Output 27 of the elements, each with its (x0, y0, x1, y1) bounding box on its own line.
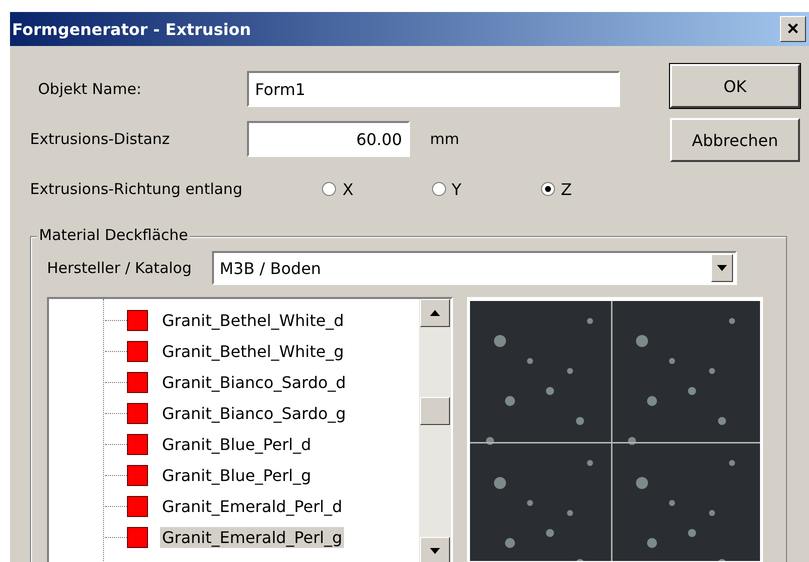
material-item[interactable]: Granit_Blue_Perl_g (160, 465, 314, 486)
catalog-dropdown[interactable]: M3B / Boden (212, 251, 737, 285)
axis-radio[interactable]: Y (432, 180, 541, 198)
ok-button[interactable]: OK (670, 64, 800, 108)
unit-label: mm (430, 130, 460, 148)
scroll-thumb[interactable] (420, 397, 450, 425)
material-item[interactable]: Granit_Emerald_Perl_g (160, 527, 344, 548)
name-field[interactable]: Form1 (247, 71, 620, 107)
axis-radio[interactable]: X (322, 180, 432, 198)
material-item[interactable]: Granit_Blue_Perl_d (160, 434, 314, 455)
field-label: Extrusions-Richtung entlang (30, 180, 244, 198)
scroll-down-icon[interactable] (420, 537, 450, 562)
cancel-button[interactable]: Abbrechen (670, 118, 800, 162)
field-label: Extrusions-Distanz (30, 130, 171, 148)
axis-radio[interactable]: Z (540, 180, 650, 198)
material-item[interactable]: Granit_Bethel_White_d (160, 310, 346, 331)
close-button[interactable]: × (780, 16, 806, 42)
material-item[interactable]: Granit_Bianco_Sardo_d (160, 372, 348, 393)
field-label: Objekt Name: (37, 80, 142, 98)
field-label: Hersteller / Katalog (47, 259, 192, 277)
material-item[interactable]: Granit_Bethel_White_g (160, 341, 346, 362)
window-title: Formgenerator - Extrusion (12, 20, 251, 38)
scrollbar[interactable] (419, 299, 451, 562)
material-item[interactable]: Granit_Emerald_Perl_d (160, 496, 344, 517)
distance-field[interactable]: 60.00 (247, 121, 410, 157)
material-item[interactable]: Granit_Bianco_Sardo_g (160, 403, 348, 424)
scroll-up-icon[interactable] (420, 299, 450, 327)
